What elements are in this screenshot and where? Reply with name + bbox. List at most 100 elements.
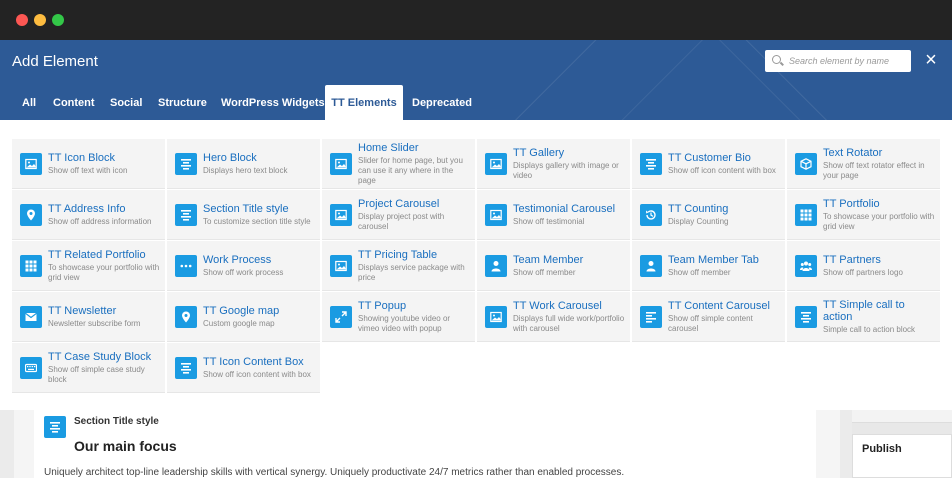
align-center-icon [175,153,197,175]
element-title: Team Member Tab [668,253,759,266]
element-description: Show off testimonial [513,216,585,226]
element-card-text: TT Popup Showing youtube video or vimeo v… [358,292,471,341]
grid-icon [20,255,42,277]
element-card-text: TT Customer Bio Show off icon content wit… [668,139,781,188]
element-title: Project Carousel [358,197,440,210]
tab-content[interactable]: Content [53,85,95,120]
search-icon [772,55,781,64]
tab-social[interactable]: Social [110,85,142,120]
element-card-project-carousel[interactable]: Project Carousel Display project post wit… [322,190,475,240]
element-card-tt-case-study-block[interactable]: TT Case Study Block Show off simple case … [12,343,165,393]
element-card-tt-popup[interactable]: TT Popup Showing youtube video or vimeo v… [322,292,475,342]
element-description: Show off simple content carousel [668,313,753,333]
map-marker-icon [20,204,42,226]
image-icon [330,204,352,226]
element-description: Show off address information [48,216,152,226]
element-title: Section Title style [203,202,289,215]
element-card-tt-google-map[interactable]: TT Google map Custom google map [167,292,320,342]
element-description: Simple call to action block [823,324,916,334]
publish-label: Publish [862,443,902,455]
element-card-text: TT Simple call to action Simple call to a… [823,292,936,341]
expand-icon [330,306,352,328]
element-description: Show off work process [203,267,284,277]
image-icon [330,255,352,277]
align-left-icon [640,306,662,328]
element-card-tt-counting[interactable]: TT Counting Display Counting [632,190,785,240]
tab-structure[interactable]: Structure [158,85,207,120]
align-center-icon [795,306,817,328]
element-title: TT Pricing Table [358,248,438,261]
elements-grid: TT Icon Block Show off text with icon Hero… [0,120,952,410]
maximize-window-button[interactable] [52,14,64,26]
element-card-text: TT Counting Display Counting [668,190,781,239]
element-card-text: TT Content Carousel Show off simple conte… [668,292,781,341]
tab-all[interactable]: All [22,85,36,120]
element-title: Home Slider [358,141,419,154]
map-marker-icon [175,306,197,328]
element-description: Newsletter subscribe form [48,318,141,328]
element-card-tt-related-portfolio[interactable]: TT Related Portfolio To showcase your por… [12,241,165,291]
element-card-tt-portfolio[interactable]: TT Portfolio To showcase your portfolio w… [787,190,940,240]
element-card-tt-address-info[interactable]: TT Address Info Show off address informat… [12,190,165,240]
search-box[interactable] [765,50,911,72]
element-card-text: Testimonial Carousel Show off testimonial [513,190,626,239]
element-description: Show off partners logo [823,267,903,277]
element-card-work-process[interactable]: Work Process Show off work process [167,241,320,291]
element-description: Displays hero text block [203,165,288,175]
element-title: TT Popup [358,299,407,312]
element-card-tt-partners[interactable]: TT Partners Show off partners logo [787,241,940,291]
element-description: Show off simple case study block [48,364,145,384]
user-icon [640,255,662,277]
modal-title: Add Element [12,53,98,70]
keyboard-icon [20,357,42,379]
cube-icon [795,153,817,175]
section-title-block[interactable]: Section Title style Our main focus Uniqu… [34,410,816,478]
element-description: Show off text with icon [48,165,128,175]
element-title: TT Work Carousel [513,299,602,312]
element-card-tt-customer-bio[interactable]: TT Customer Bio Show off icon content wit… [632,139,785,189]
publish-box[interactable]: Publish [852,434,952,478]
tab-wordpress-widgets[interactable]: WordPress Widgets [221,85,325,120]
section-label: Section Title style [74,416,159,427]
element-title: TT Content Carousel [668,299,770,312]
element-title: TT Address Info [48,202,126,215]
search-input[interactable] [787,50,909,72]
dots-icon [175,255,197,277]
close-window-button[interactable] [16,14,28,26]
element-card-text: Team Member Tab Show off member [668,241,781,290]
element-description: To customize section title style [203,216,311,226]
element-card-tt-icon-block[interactable]: TT Icon Block Show off text with icon [12,139,165,189]
element-card-section-title-style[interactable]: Section Title style To customize section … [167,190,320,240]
element-description: Displays gallery with image or video [513,160,619,180]
element-card-text: TT Work Carousel Displays full wide work/… [513,292,626,341]
element-card-tt-simple-call-to-action[interactable]: TT Simple call to action Simple call to a… [787,292,940,342]
element-card-text: Section Title style To customize section … [203,190,316,239]
element-title: TT Partners [823,253,881,266]
image-icon [485,306,507,328]
element-card-tt-work-carousel[interactable]: TT Work Carousel Displays full wide work/… [477,292,630,342]
element-card-hero-block[interactable]: Hero Block Displays hero text block [167,139,320,189]
element-description: Show off member [513,267,576,277]
element-card-text: TT Related Portfolio To showcase your por… [48,241,161,290]
minimize-window-button[interactable] [34,14,46,26]
close-icon[interactable]: × [922,50,940,70]
element-card-tt-gallery[interactable]: TT Gallery Displays gallery with image or… [477,139,630,189]
tab-tt-elements[interactable]: TT Elements [325,85,403,120]
sidebar-box [852,410,952,423]
element-card-text: Work Process Show off work process [203,241,316,290]
element-card-tt-pricing-table[interactable]: TT Pricing Table Displays service package… [322,241,475,291]
element-card-tt-content-carousel[interactable]: TT Content Carousel Show off simple conte… [632,292,785,342]
section-paragraph: Uniquely architect top-line leadership s… [44,467,625,478]
image-icon [485,153,507,175]
user-icon [485,255,507,277]
element-description: To showcase your portfolio with grid vie… [823,211,935,231]
element-card-home-slider[interactable]: Home Slider Slider for home page, but you… [322,139,475,189]
tab-deprecated[interactable]: Deprecated [412,85,472,120]
element-card-text-rotator[interactable]: Text Rotator Show off text rotator effect… [787,139,940,189]
element-card-tt-newsletter[interactable]: TT Newsletter Newsletter subscribe form [12,292,165,342]
element-card-testimonial-carousel[interactable]: Testimonial Carousel Show off testimonial [477,190,630,240]
element-title: Text Rotator [823,146,883,159]
element-card-team-member-tab[interactable]: Team Member Tab Show off member [632,241,785,291]
element-card-team-member[interactable]: Team Member Show off member [477,241,630,291]
element-card-tt-icon-content-box[interactable]: TT Icon Content Box Show off icon content… [167,343,320,393]
